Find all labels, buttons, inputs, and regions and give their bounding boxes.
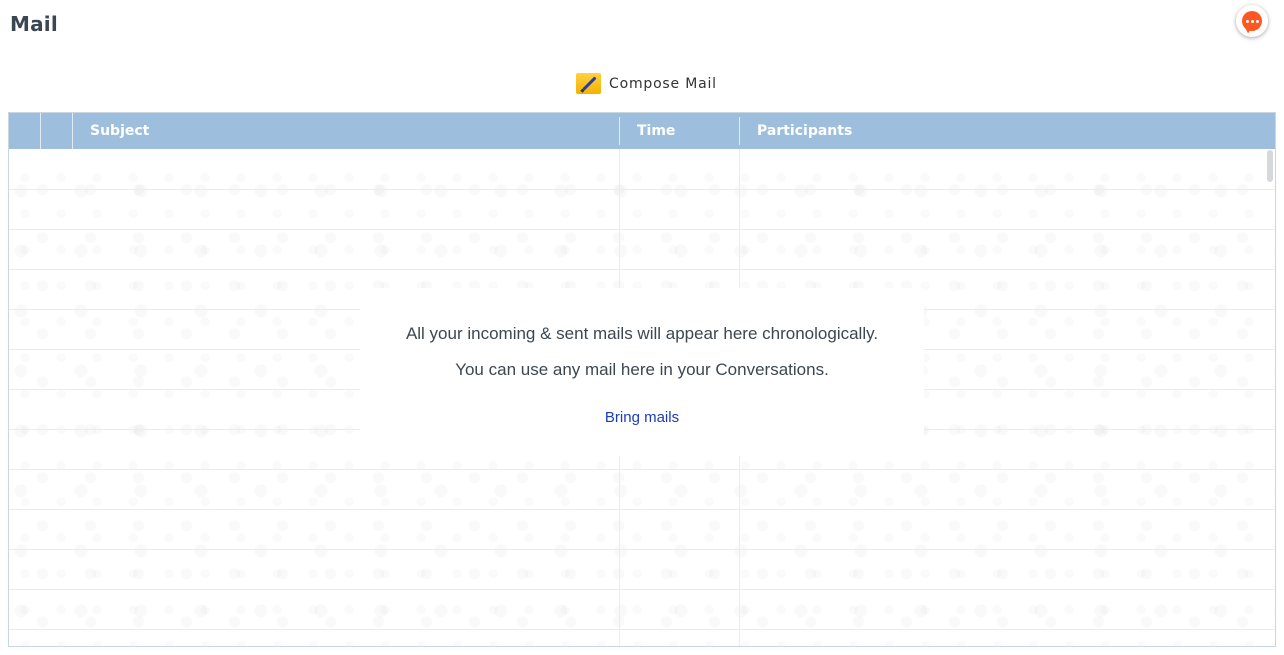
grid-scrollbar[interactable] — [1267, 150, 1273, 182]
empty-state-message: All your incoming & sent mails will appe… — [405, 324, 879, 343]
column-header-subject[interactable]: Subject — [73, 113, 619, 149]
column-header-checkbox[interactable] — [9, 113, 40, 149]
chat-button[interactable] — [1236, 5, 1268, 37]
page-title: Mail — [10, 12, 58, 36]
column-header-time[interactable]: Time — [620, 113, 739, 149]
empty-state-panel: All your incoming & sent mails will appe… — [360, 288, 924, 456]
empty-state-hint: You can use any mail here in your Conver… — [455, 360, 829, 379]
chat-bubble-icon — [1242, 11, 1262, 31]
column-header-participants[interactable]: Participants — [740, 113, 1270, 149]
compose-mail-label: Compose Mail — [609, 75, 717, 92]
grid-header: Subject Time Participants — [9, 113, 1275, 149]
bring-mails-link[interactable]: Bring mails — [360, 409, 924, 426]
pencil-icon — [576, 73, 601, 94]
column-header-flag[interactable] — [41, 113, 72, 149]
mail-page: Mail Compose Mail Subject Time Participa… — [0, 0, 1284, 655]
compose-mail-button[interactable]: Compose Mail — [576, 73, 717, 94]
